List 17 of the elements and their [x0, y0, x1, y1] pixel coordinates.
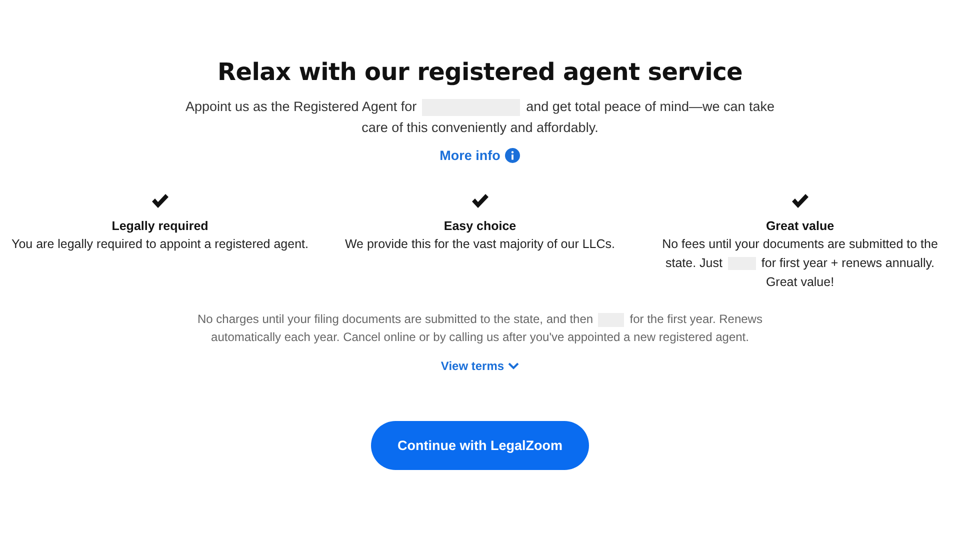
- continue-button[interactable]: Continue with LegalZoom: [371, 421, 589, 470]
- chevron-down-icon: [508, 362, 520, 370]
- checkmark-icon: [791, 193, 809, 209]
- info-icon: [505, 148, 520, 163]
- checkmark-icon: [151, 193, 169, 209]
- feature-title: Easy choice: [444, 218, 516, 235]
- more-info-link[interactable]: More info: [440, 148, 520, 163]
- feature-title: Legally required: [112, 218, 208, 235]
- checkmark-icon: [471, 193, 489, 209]
- feature-text: No fees until your documents are submitted to the state. Just for first year + renews annually. Great value!: [661, 236, 939, 291]
- feature-title: Great value: [766, 218, 834, 235]
- view-terms-link[interactable]: View terms: [440, 359, 520, 373]
- page-title: Relax with our registered agent service: [218, 58, 742, 86]
- feature-text: We provide this for the vast majority of our LLCs.: [344, 236, 616, 253]
- terms-text: No charges until your filing documents are submitted to the state, and then for the first year. Renews automatically each year. Cancel online or by calling us after you've appointed a new registered agent.: [196, 311, 764, 346]
- feature-text: You are legally required to appoint a registered agent.: [12, 236, 308, 253]
- intro-text: Appoint us as the Registered Agent for and get total peace of mind—we can take care of this conveniently and affordably.: [184, 98, 776, 137]
